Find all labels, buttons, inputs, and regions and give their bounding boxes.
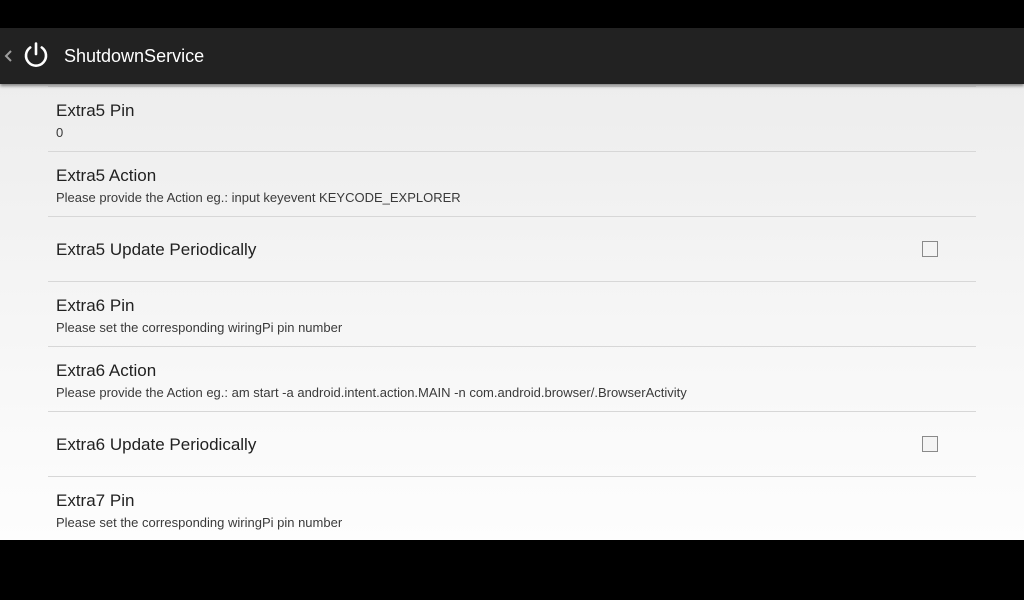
pref-title: Extra6 Update Periodically: [56, 435, 257, 454]
pref-extra7-pin[interactable]: Extra7 Pin Please set the corresponding …: [48, 477, 976, 540]
checkbox[interactable]: [922, 241, 938, 257]
pref-title: Extra5 Update Periodically: [56, 240, 257, 259]
checkbox[interactable]: [922, 436, 938, 452]
chevron-left-icon[interactable]: [2, 46, 14, 66]
app-title: ShutdownService: [64, 46, 205, 66]
pref-extra6-pin[interactable]: Extra6 Pin Please set the corresponding …: [48, 282, 976, 347]
pref-summary: Please set the corresponding wiringPi pi…: [56, 515, 343, 530]
pref-extra6-action[interactable]: Extra6 Action Please provide the Action …: [48, 347, 976, 412]
pref-title: Extra5 Action: [56, 166, 157, 185]
navigation-bar: [0, 540, 1024, 600]
pref-summary: Please provide the Action eg.: am start …: [56, 385, 687, 400]
pref-summary: 0: [56, 125, 64, 140]
power-icon[interactable]: [22, 41, 50, 69]
action-bar: ShutdownService: [0, 28, 1024, 84]
pref-title: Extra7 Pin: [56, 491, 135, 510]
pref-title: Extra5 Pin: [56, 101, 135, 120]
pref-extra5-update-periodically[interactable]: Extra5 Update Periodically: [48, 217, 976, 282]
preference-screen[interactable]: Extra5 Pin 0 Extra5 Action Please provid…: [0, 84, 1024, 540]
pref-extra6-update-periodically[interactable]: Extra6 Update Periodically: [48, 412, 976, 477]
status-bar: [0, 0, 1024, 28]
pref-summary: Please provide the Action eg.: input key…: [56, 190, 461, 205]
pref-title: Extra6 Action: [56, 361, 157, 380]
pref-extra5-action[interactable]: Extra5 Action Please provide the Action …: [48, 152, 976, 217]
pref-extra5-pin[interactable]: Extra5 Pin 0: [48, 87, 976, 152]
pref-title: Extra6 Pin: [56, 296, 135, 315]
pref-summary: Please set the corresponding wiringPi pi…: [56, 320, 343, 335]
preference-list[interactable]: Extra5 Pin 0 Extra5 Action Please provid…: [48, 87, 976, 540]
